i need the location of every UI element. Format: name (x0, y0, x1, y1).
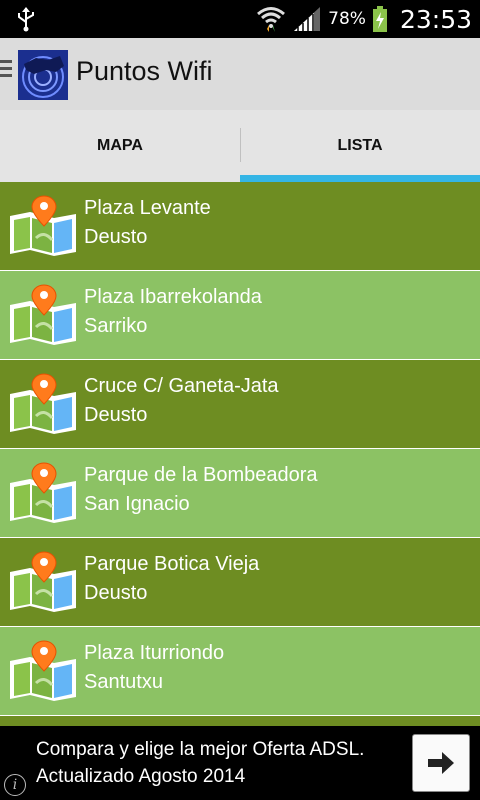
tab-divider (240, 128, 241, 162)
arrow-right-icon (428, 752, 454, 774)
item-district: Deusto (84, 226, 148, 248)
item-district: San Ignacio (84, 493, 190, 515)
item-district: Deusto (84, 404, 148, 426)
signal-icon (294, 7, 321, 31)
map-marker-icon (10, 551, 76, 612)
list-item[interactable]: Parque Botica Vieja Deusto (0, 538, 480, 627)
wifi-icon (257, 7, 286, 32)
wifi-points-list: Plaza Levante Deusto Plaza Ibarrekolanda… (0, 182, 480, 726)
list-item[interactable]: Plaza Ibarrekolanda Sarriko (0, 271, 480, 360)
clock: 23:53 (399, 4, 472, 34)
app-logo-icon[interactable] (18, 50, 68, 100)
usb-icon (18, 7, 34, 32)
drawer-indicator-icon[interactable] (0, 60, 14, 81)
item-name: Parque de la Bombeadora (84, 464, 318, 486)
item-district: Sarriko (84, 315, 148, 337)
map-marker-icon (10, 284, 76, 345)
map-marker-icon (10, 195, 76, 256)
item-name: Plaza Iturriondo (84, 642, 225, 664)
list-item-partial[interactable] (0, 716, 480, 726)
item-name: Plaza Ibarrekolanda (84, 286, 262, 308)
list-item[interactable]: Plaza Levante Deusto (0, 182, 480, 271)
ad-go-button[interactable] (412, 734, 470, 792)
tab-mapa[interactable]: MAPA (0, 110, 240, 182)
item-name: Plaza Levante (84, 197, 211, 219)
item-name: Parque Botica Vieja (84, 553, 260, 575)
battery-charging-icon (372, 6, 387, 32)
battery-percent: 78% (328, 9, 366, 29)
list-item[interactable]: Parque de la Bombeadora San Ignacio (0, 449, 480, 538)
ad-line-1: Compara y elige la mejor Oferta ADSL. (36, 739, 365, 760)
status-bar: 78% 23:53 (0, 0, 480, 38)
item-district: Santutxu (84, 671, 163, 693)
map-marker-icon (10, 373, 76, 434)
list-item[interactable]: Cruce C/ Ganeta-Jata Deusto (0, 360, 480, 449)
item-name: Cruce C/ Ganeta-Jata (84, 375, 279, 397)
list-item[interactable]: Plaza Iturriondo Santutxu (0, 627, 480, 716)
map-marker-icon (10, 462, 76, 523)
map-marker-icon (10, 640, 76, 701)
ad-banner[interactable]: i Compara y elige la mejor Oferta ADSL. … (0, 726, 480, 800)
action-bar: Puntos Wifi (0, 38, 480, 111)
tab-lista[interactable]: LISTA (240, 110, 480, 182)
ad-line-2: Actualizado Agosto 2014 (36, 766, 246, 787)
item-district: Deusto (84, 582, 148, 604)
app-title: Puntos Wifi (76, 56, 213, 86)
ad-info-icon[interactable]: i (4, 774, 26, 796)
ad-text: Compara y elige la mejor Oferta ADSL. Ac… (36, 736, 364, 790)
